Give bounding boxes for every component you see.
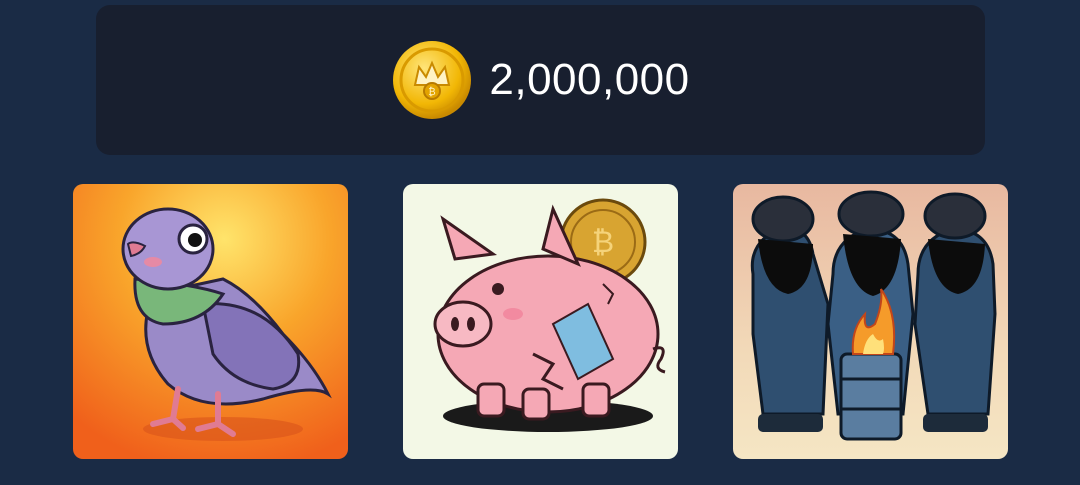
pigeon-icon xyxy=(73,184,348,459)
card-hooded-figures[interactable] xyxy=(733,184,1008,459)
balance-amount: 2,000,000 xyxy=(489,55,690,104)
broken-piggy-bank-icon: ₿ xyxy=(403,184,678,459)
crown-coin-icon: ₿ xyxy=(393,41,472,119)
card-piggy-bank[interactable]: ₿ xyxy=(403,184,678,459)
hooded-figures-fire-barrel-icon xyxy=(733,184,1008,459)
balance-panel: ₿ 2,000,000 xyxy=(96,5,985,155)
svg-text:₿: ₿ xyxy=(429,86,436,98)
svg-text:₿: ₿ xyxy=(592,225,614,260)
card-pigeon[interactable] xyxy=(73,184,348,459)
